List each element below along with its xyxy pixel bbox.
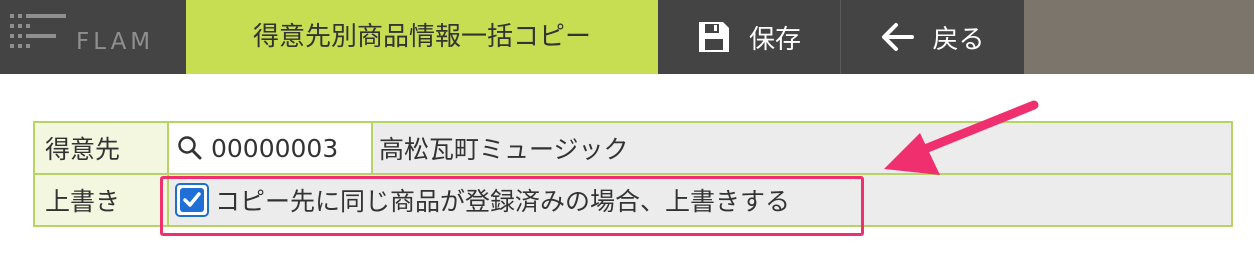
save-icon xyxy=(697,20,731,54)
search-icon[interactable] xyxy=(177,135,203,161)
copy-settings-form: 得意先 00000003 高松瓦町ミュージック 上書き コピー先に同じ商品が登録… xyxy=(33,121,1233,227)
customer-name: 高松瓦町ミュージック xyxy=(371,121,1233,175)
annotation-arrow-icon xyxy=(884,100,1039,175)
overwrite-checkbox-label[interactable]: コピー先に同じ商品が登録済みの場合、上書きする xyxy=(215,182,790,218)
overwrite-checkbox[interactable] xyxy=(175,183,209,217)
back-arrow-icon xyxy=(880,22,915,52)
customer-label: 得意先 xyxy=(33,121,169,175)
back-button[interactable]: 戻る xyxy=(840,0,1024,74)
save-button[interactable]: 保存 xyxy=(658,0,840,74)
check-icon xyxy=(183,192,201,207)
customer-code-value: 00000003 xyxy=(211,133,339,163)
customer-row: 得意先 00000003 高松瓦町ミュージック xyxy=(33,121,1233,175)
page-title: 得意先別商品情報一括コピー xyxy=(186,0,658,74)
overwrite-label: 上書き xyxy=(33,173,169,227)
save-button-label: 保存 xyxy=(748,24,801,55)
app-logo[interactable]: FLAM xyxy=(0,0,186,74)
top-bar: FLAM 得意先別商品情報一括コピー 保存 戻る xyxy=(0,0,1254,74)
back-button-label: 戻る xyxy=(932,24,985,55)
overwrite-row: 上書き コピー先に同じ商品が登録済みの場合、上書きする xyxy=(33,173,1233,227)
logo-text: FLAM xyxy=(76,29,155,55)
logo-icon xyxy=(10,14,66,48)
overwrite-option: コピー先に同じ商品が登録済みの場合、上書きする xyxy=(167,173,1233,227)
customer-code-field[interactable]: 00000003 xyxy=(167,121,373,175)
